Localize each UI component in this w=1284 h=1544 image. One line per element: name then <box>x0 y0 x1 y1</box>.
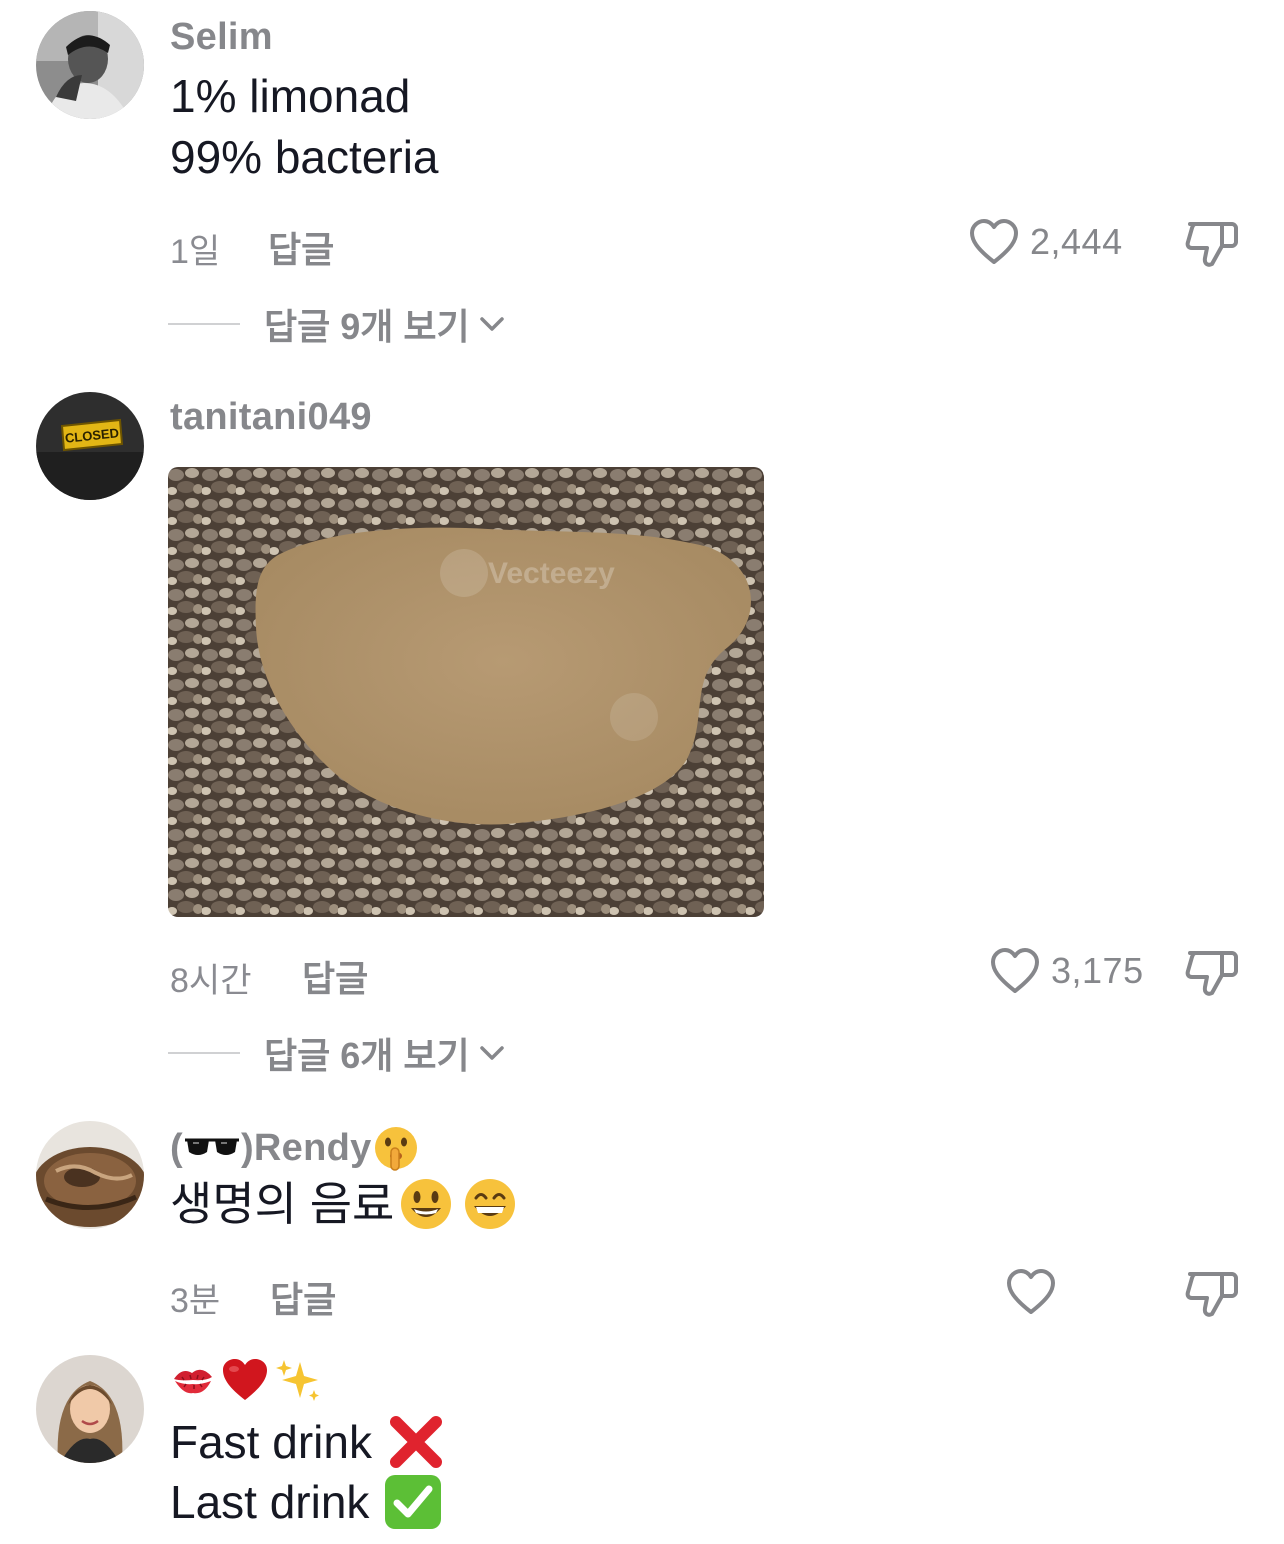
comment-text: Fast drink <box>170 1416 372 1468</box>
heart-outline-icon <box>991 948 1039 993</box>
thumbs-down-icon <box>1185 222 1238 267</box>
divider <box>168 1052 240 1054</box>
check-mark-button-emoji <box>385 1475 442 1529</box>
avatar[interactable]: CLOSED <box>36 392 144 500</box>
thumbs-down-icon <box>1185 1272 1238 1317</box>
comment-username[interactable]: Selim <box>170 16 273 59</box>
comment-username[interactable]: tanitani049 <box>170 396 372 439</box>
comment-username[interactable]: ( )Rendy <box>170 1124 420 1172</box>
thumbs-down-icon <box>1185 951 1238 996</box>
reply-button[interactable]: 답글 <box>270 1271 336 1323</box>
comment-timestamp: 8시간 <box>170 962 252 1000</box>
like-count: 2,444 <box>1030 221 1123 262</box>
like-button[interactable]: 3,175 <box>989 947 1144 995</box>
dislike-button[interactable] <box>1184 218 1240 275</box>
avatar[interactable] <box>36 1121 144 1229</box>
username-name: )Rendy <box>240 1126 372 1169</box>
like-button[interactable] <box>1005 1268 1067 1316</box>
comment-timestamp: 1일 <box>170 233 221 271</box>
grinning-emoji <box>465 1179 516 1229</box>
comment-text-line: Last drink <box>170 1472 443 1532</box>
divider <box>168 323 240 325</box>
reply-button[interactable]: 답글 <box>268 221 334 273</box>
kiss-mark-emoji <box>174 1369 212 1394</box>
shushing-face-emoji <box>374 1127 417 1171</box>
comment-text: Last drink <box>170 1476 370 1528</box>
red-heart-emoji <box>223 1359 267 1400</box>
view-replies-label: 답글 9개 보기 <box>264 306 470 347</box>
reply-button[interactable]: 답글 <box>302 950 368 1002</box>
like-count: 3,175 <box>1051 950 1144 991</box>
avatar[interactable] <box>36 11 144 119</box>
comment-text-line: Fast drink <box>170 1412 446 1472</box>
view-replies-button[interactable]: 답글 6개 보기 <box>168 1027 506 1079</box>
view-replies-button[interactable]: 답글 9개 보기 <box>168 298 506 350</box>
sunglasses-emoji <box>184 1138 239 1155</box>
avatar[interactable] <box>36 1355 144 1463</box>
cross-mark-emoji <box>389 1416 442 1468</box>
comment-text-line: 생명의 음료 <box>170 1174 518 1234</box>
comment-text-line: 99% bacteria <box>170 131 439 183</box>
username-prefix: ( <box>170 1126 183 1169</box>
like-button[interactable]: 2,444 <box>968 218 1123 266</box>
comment-username[interactable] <box>170 1356 322 1404</box>
sparkles-emoji <box>276 1360 319 1401</box>
dislike-button[interactable] <box>1184 1268 1240 1325</box>
image-watermark: Vecteezy <box>488 557 615 590</box>
smiley-emoji <box>401 1179 452 1229</box>
comment-text-line: 1% limonad <box>170 70 411 122</box>
comment-timestamp: 3분 <box>170 1282 221 1320</box>
comment-text: 생명의 음료 <box>170 1178 395 1230</box>
dislike-button[interactable] <box>1184 947 1240 1004</box>
comment-image[interactable]: Vecteezy <box>168 467 764 917</box>
heart-outline-icon <box>970 219 1018 264</box>
chevron-down-icon <box>479 1046 504 1060</box>
muddy-puddle-photo: Vecteezy <box>168 467 764 917</box>
heart-outline-icon <box>1007 1269 1055 1314</box>
chevron-down-icon <box>479 317 504 331</box>
view-replies-label: 답글 6개 보기 <box>264 1035 470 1076</box>
